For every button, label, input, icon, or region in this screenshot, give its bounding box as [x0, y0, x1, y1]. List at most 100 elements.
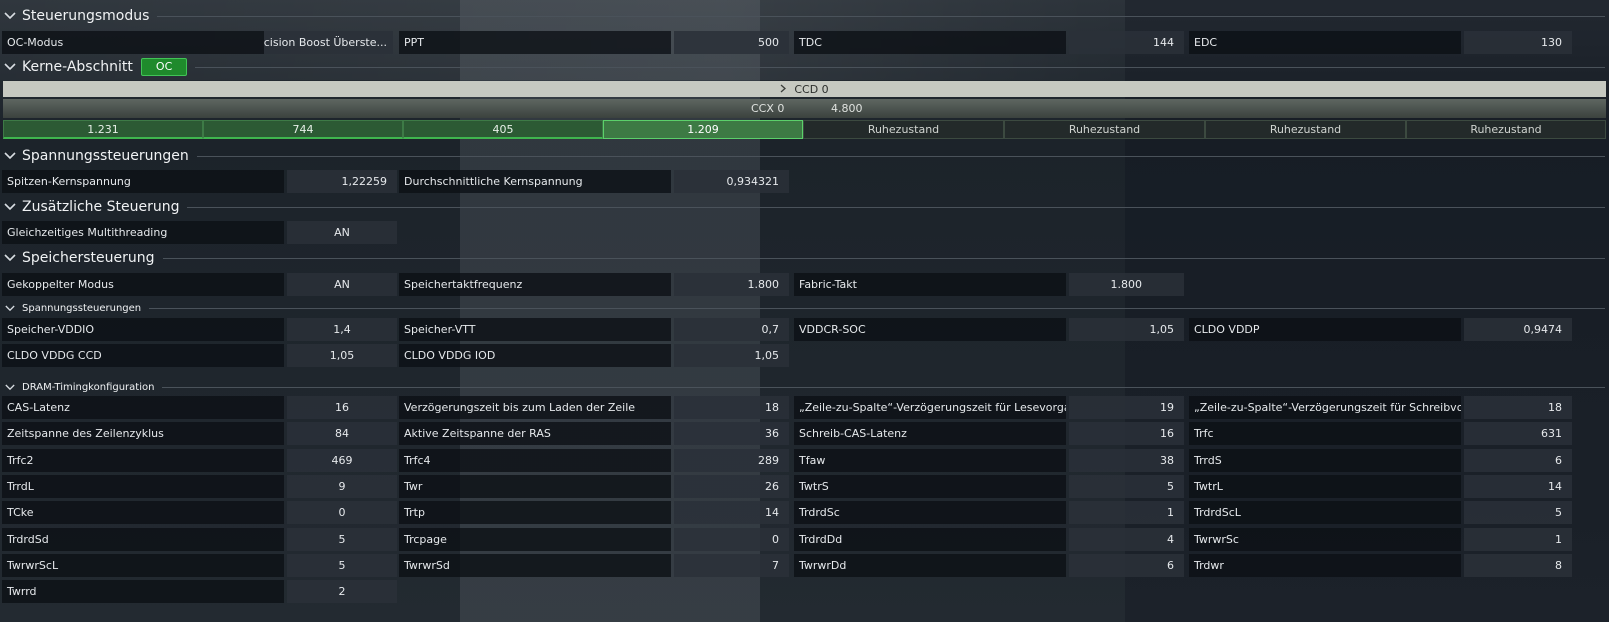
core-1[interactable]: 744: [203, 120, 403, 139]
dram-timing-field: Tfaw 38: [794, 448, 1184, 472]
field-value-input[interactable]: 631: [1464, 422, 1572, 446]
dram-timing-field: Aktive Zeitspanne der RAS 36: [399, 422, 789, 446]
field-value-input[interactable]: 2: [287, 580, 397, 604]
field-value-input[interactable]: 7: [674, 553, 789, 577]
field-value-input[interactable]: 0,7: [674, 318, 789, 341]
section-title: Spannungssteuerungen: [22, 148, 189, 164]
tdc-input[interactable]: 144: [1069, 31, 1184, 54]
chevron-down-icon[interactable]: [4, 10, 16, 22]
field-value: 0,934321: [674, 170, 789, 193]
section-memory-voltage[interactable]: Spannungssteuerungen: [0, 301, 1609, 315]
edc-input[interactable]: 130: [1464, 31, 1572, 54]
section-title: Zusätzliche Steuerung: [22, 199, 180, 215]
field-value-input[interactable]: 1,4: [287, 318, 397, 341]
section-divider: [149, 307, 1605, 309]
field-value-input[interactable]: 0: [674, 527, 789, 551]
core-3[interactable]: 1.209: [603, 120, 803, 139]
section-title: Spannungssteuerungen: [22, 302, 142, 314]
field-label: TwrwrDd: [794, 553, 1066, 577]
smt-toggle[interactable]: AN: [287, 221, 397, 244]
ccd-header[interactable]: CCD 0: [3, 81, 1606, 97]
section-divider: [195, 66, 1605, 68]
chevron-down-icon[interactable]: [4, 61, 16, 73]
core-row: 1.231 744 405 1.209 Ruhezustand Ruhezust…: [3, 120, 1606, 139]
dram-timing-field: Trfc4 289: [399, 448, 789, 472]
field-value-input[interactable]: 469: [287, 448, 397, 472]
field-value-input[interactable]: 4: [1069, 527, 1184, 551]
section-memory[interactable]: Speichersteuerung: [0, 248, 1609, 268]
dram-timing-field: TwrwrDd 6: [794, 553, 1184, 577]
oc-mode-select[interactable]: Precision Boost Überste...: [264, 31, 393, 54]
field-value-input[interactable]: 5: [287, 527, 397, 551]
chevron-down-icon[interactable]: [4, 381, 16, 393]
field-label: TrdrdScL: [1189, 501, 1461, 525]
field-value-input[interactable]: 1,05: [287, 344, 397, 367]
field-value-input[interactable]: 5: [1069, 474, 1184, 498]
fabric-clock-input[interactable]: 1.800: [1069, 273, 1184, 296]
field-value-input[interactable]: 18: [1464, 396, 1572, 419]
section-additional[interactable]: Zusätzliche Steuerung: [0, 197, 1609, 217]
field-value-input[interactable]: 26: [674, 474, 789, 498]
section-dram-timing[interactable]: DRAM-Timingkonfiguration: [0, 380, 1609, 394]
field-value-input[interactable]: 1: [1069, 501, 1184, 525]
dram-timing-field: „Zeile-zu-Spalte“-Verzögerungszeit für L…: [794, 396, 1184, 419]
ppt-input[interactable]: 500: [674, 31, 789, 54]
core-6[interactable]: Ruhezustand: [1205, 120, 1406, 139]
ccx-header: CCX 0 4.800: [3, 99, 1606, 118]
field-value-input[interactable]: 5: [287, 553, 397, 577]
dram-timing-field: Twrrd 2: [2, 580, 397, 604]
field-value-input[interactable]: 0: [287, 501, 397, 525]
field-tdc: TDC 144: [794, 31, 1184, 54]
field-value-input[interactable]: 16: [287, 396, 397, 419]
field-value-input[interactable]: 14: [1464, 474, 1572, 498]
memory-voltage-field: CLDO VDDG IOD 1,05: [399, 344, 789, 367]
field-value-input[interactable]: 19: [1069, 396, 1184, 419]
dram-timing-field: Trdwr 8: [1189, 553, 1572, 577]
memory-voltage-field: Speicher-VTT 0,7: [399, 318, 789, 341]
core-4[interactable]: Ruhezustand: [803, 120, 1004, 139]
field-label: Twrrd: [2, 580, 284, 604]
coupled-mode-toggle[interactable]: AN: [287, 273, 397, 296]
field-value-input[interactable]: 6: [1069, 553, 1184, 577]
field-label: PPT: [399, 31, 671, 54]
section-cores[interactable]: Kerne-Abschnitt OC: [0, 57, 1609, 77]
field-value-input[interactable]: 1,05: [674, 344, 789, 367]
section-voltage[interactable]: Spannungssteuerungen: [0, 146, 1609, 166]
field-value-input[interactable]: 6: [1464, 448, 1572, 472]
field-label: TwtrS: [794, 474, 1066, 498]
field-label: OC-Modus: [2, 31, 264, 54]
core-2[interactable]: 405: [403, 120, 603, 139]
field-value-input[interactable]: 38: [1069, 448, 1184, 472]
field-value-input[interactable]: 14: [674, 501, 789, 525]
oc-status-badge: OC: [140, 58, 188, 76]
chevron-down-icon[interactable]: [4, 150, 16, 162]
chevron-down-icon[interactable]: [4, 252, 16, 264]
field-value-input[interactable]: 84: [287, 422, 397, 446]
field-value-input[interactable]: 36: [674, 422, 789, 446]
memory-voltage-field: Speicher-VDDIO 1,4: [2, 318, 397, 341]
field-value-input[interactable]: 16: [1069, 422, 1184, 446]
core-7[interactable]: Ruhezustand: [1406, 120, 1606, 139]
chevron-down-icon[interactable]: [4, 201, 16, 213]
field-value-input[interactable]: 1,05: [1069, 318, 1184, 341]
core-5[interactable]: Ruhezustand: [1004, 120, 1205, 139]
memory-clock-input[interactable]: 1.800: [674, 273, 789, 296]
dram-timing-field: Trfc2 469: [2, 448, 397, 472]
field-value-input[interactable]: 9: [287, 474, 397, 498]
field-value-input[interactable]: 1: [1464, 527, 1572, 551]
core-0[interactable]: 1.231: [3, 120, 203, 139]
field-label: Verzögerungszeit bis zum Laden der Zeile: [399, 396, 671, 419]
field-value-input[interactable]: 8: [1464, 553, 1572, 577]
field-value-input[interactable]: 0,9474: [1464, 318, 1572, 341]
section-control-mode[interactable]: Steuerungsmodus: [0, 6, 1609, 26]
field-value-input[interactable]: 289: [674, 448, 789, 472]
field-label: Trfc4: [399, 448, 671, 472]
dram-timing-field: Zeitspanne des Zeilenzyklus 84: [2, 422, 397, 446]
field-label: TrdrdSc: [794, 501, 1066, 525]
dram-timing-field: Trfc 631: [1189, 422, 1572, 446]
field-value-input[interactable]: 18: [674, 396, 789, 419]
field-label: Durchschnittliche Kernspannung: [399, 170, 671, 193]
field-value-input[interactable]: 5: [1464, 501, 1572, 525]
section-divider: [162, 257, 1605, 259]
chevron-down-icon[interactable]: [4, 302, 16, 314]
